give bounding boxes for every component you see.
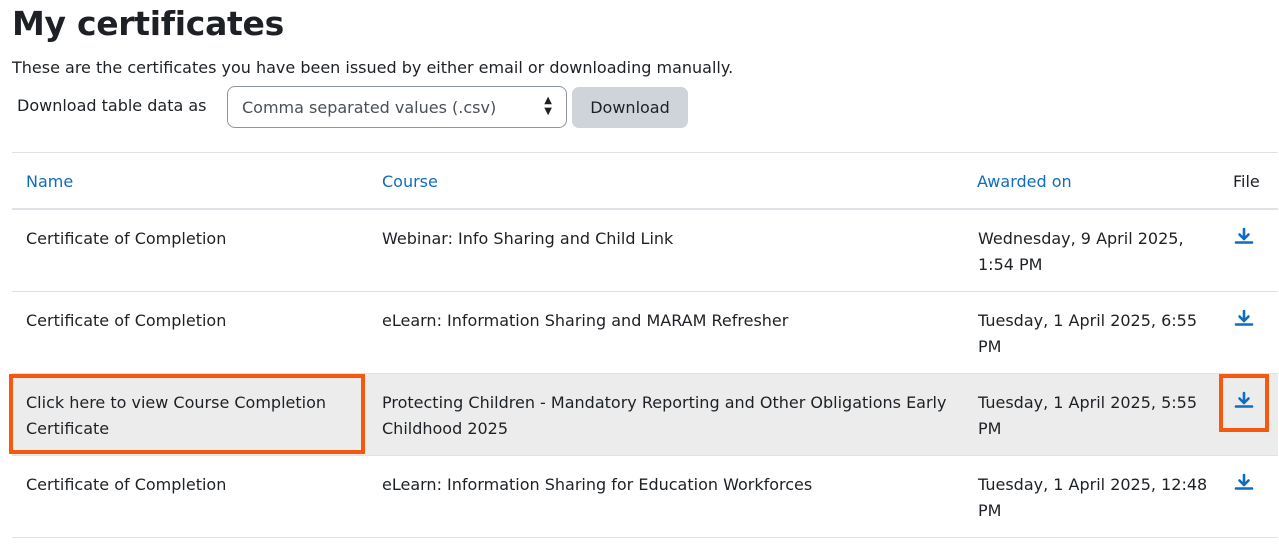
awarded-date: Tuesday, 1 April 2025, 6:55 PM: [978, 311, 1198, 356]
table-row: Click here to view Course Completion Cer…: [12, 374, 1278, 456]
download-format-value: Comma separated values (.csv): [242, 98, 497, 117]
column-header-awarded-on[interactable]: Awarded on: [977, 172, 1072, 191]
table-row: Certificate of Completion eLearn: Inform…: [12, 456, 1278, 538]
awarded-date: Tuesday, 1 April 2025, 12:48 PM: [978, 475, 1208, 520]
table-row: Certificate of Completion Webinar: Info …: [12, 210, 1278, 292]
certificate-name: Certificate of Completion: [26, 229, 227, 248]
page-title: My certificates: [12, 4, 284, 43]
download-button[interactable]: Download: [572, 87, 688, 128]
column-header-file: File: [1233, 172, 1260, 191]
select-arrows-icon: ▲ ▼: [544, 95, 552, 117]
table-header: Name Course Awarded on File: [12, 153, 1278, 210]
download-format-select[interactable]: Comma separated values (.csv) ▲ ▼: [227, 86, 567, 128]
download-icon[interactable]: [1234, 227, 1256, 249]
download-icon[interactable]: [1234, 391, 1256, 413]
column-header-course[interactable]: Course: [382, 172, 438, 191]
page-intro: These are the certificates you have been…: [12, 58, 734, 77]
column-header-name[interactable]: Name: [26, 172, 73, 191]
certificates-table: Name Course Awarded on File Certificate …: [12, 152, 1278, 538]
course-name: Protecting Children - Mandatory Reportin…: [382, 393, 947, 438]
table-row: Certificate of Completion eLearn: Inform…: [12, 292, 1278, 374]
course-name: eLearn: Information Sharing for Educatio…: [382, 475, 813, 494]
course-name: Webinar: Info Sharing and Child Link: [382, 229, 674, 248]
awarded-date: Wednesday, 9 April 2025, 1:54 PM: [978, 229, 1184, 274]
certificate-name-link[interactable]: Click here to view Course Completion Cer…: [26, 390, 366, 442]
awarded-date: Tuesday, 1 April 2025, 5:55 PM: [978, 393, 1198, 438]
course-name: eLearn: Information Sharing and MARAM Re…: [382, 311, 789, 330]
download-format-label: Download table data as: [17, 96, 207, 115]
certificate-name: Certificate of Completion: [26, 311, 227, 330]
download-icon[interactable]: [1234, 473, 1256, 495]
download-icon[interactable]: [1234, 309, 1256, 331]
certificate-name: Certificate of Completion: [26, 475, 227, 494]
